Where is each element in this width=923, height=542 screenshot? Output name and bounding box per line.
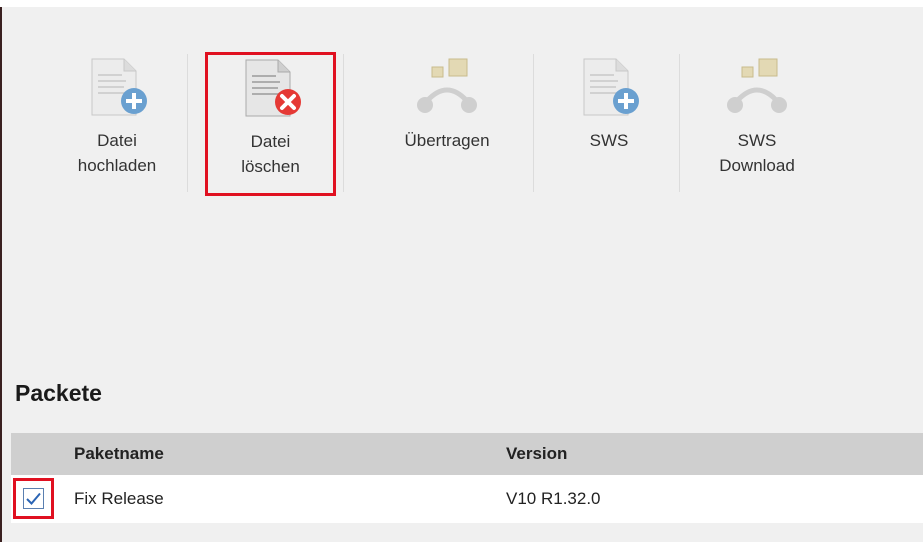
file-add-icon	[583, 58, 639, 116]
top-strip	[0, 0, 923, 7]
transfer-icon	[417, 58, 477, 113]
sws-download-label: SWS Download	[719, 131, 795, 175]
toolbar-separator	[679, 54, 680, 192]
row-checkbox[interactable]	[23, 488, 44, 509]
checkmark-icon	[26, 492, 41, 505]
toolbar-separator	[187, 54, 188, 192]
delete-file-button[interactable]: Datei löschen	[205, 52, 336, 196]
column-header-name[interactable]: Paketname	[74, 444, 164, 464]
upload-file-button[interactable]: Datei hochladen	[57, 54, 177, 199]
toolbar-separator	[343, 54, 344, 192]
packages-table: Paketname Version Fix Release V10 R1.32.…	[11, 433, 923, 523]
transfer-icon	[727, 58, 787, 113]
sws-button[interactable]: SWS	[549, 54, 669, 199]
file-add-icon	[91, 58, 147, 116]
transfer-button[interactable]: Übertragen	[382, 54, 512, 199]
checkbox-highlight	[13, 478, 54, 519]
toolbar: Datei hochladen Datei löschen Übertragen	[2, 7, 923, 367]
upload-file-label: Datei hochladen	[77, 131, 157, 175]
sws-download-button[interactable]: SWS Download	[692, 54, 822, 199]
table-header: Paketname Version	[11, 433, 923, 475]
table-row[interactable]: Fix Release V10 R1.32.0	[11, 475, 923, 523]
column-header-version[interactable]: Version	[506, 444, 567, 464]
packages-title: Packete	[15, 380, 102, 406]
sws-label: SWS	[589, 131, 629, 150]
file-delete-icon	[245, 59, 301, 117]
toolbar-separator	[533, 54, 534, 192]
transfer-label: Übertragen	[404, 131, 490, 150]
package-name-cell: Fix Release	[74, 489, 164, 508]
package-version-cell: V10 R1.32.0	[506, 489, 601, 508]
delete-file-label: Datei löschen	[241, 132, 300, 176]
